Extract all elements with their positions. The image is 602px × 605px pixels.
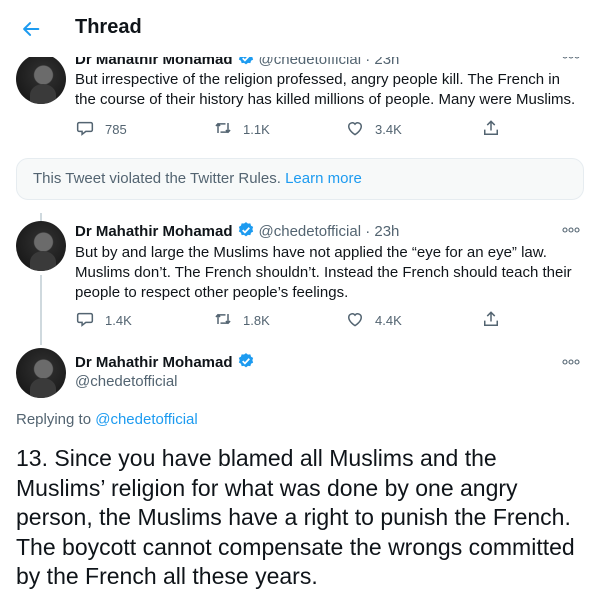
like-button[interactable]: 3.4K <box>345 118 402 141</box>
main-tweet-name-row: Dr Mahathir Mohamad <box>75 352 259 374</box>
tweet-text: But by and large the Muslims have not ap… <box>75 244 572 301</box>
thread-connector <box>40 275 42 345</box>
like-icon <box>345 118 375 141</box>
replying-handle-link[interactable]: @chedetofficial <box>95 411 198 428</box>
author-name[interactable]: Dr Mahathir Mohamad <box>75 223 233 240</box>
learn-more-link[interactable]: Learn more <box>285 170 362 187</box>
tweet-2[interactable]: Dr Mahathir Mohamad @chedetofficial · 23h… <box>0 205 602 345</box>
dot-separator: · <box>365 223 371 240</box>
verified-badge-icon <box>237 352 255 374</box>
retweet-button[interactable]: 1.1K <box>213 118 270 141</box>
retweet-button[interactable]: 1.8K <box>213 309 270 332</box>
reply-count: 1.4K <box>105 313 132 328</box>
like-button[interactable]: 4.4K <box>345 309 402 332</box>
author-name[interactable]: Dr Mahathir Mohamad <box>75 354 233 371</box>
share-icon <box>481 309 511 332</box>
like-count: 3.4K <box>375 122 402 137</box>
share-button[interactable] <box>481 309 511 332</box>
like-icon <box>345 309 375 332</box>
tweet-actions: 785 1.1K 3.4K <box>75 118 515 140</box>
thread-connector <box>40 213 42 221</box>
reply-icon <box>75 118 105 141</box>
violation-text: This Tweet violated the Twitter Rules. <box>33 170 281 187</box>
avatar[interactable] <box>16 54 66 104</box>
reply-button[interactable]: 785 <box>75 118 127 141</box>
retweet-icon <box>213 309 243 332</box>
author-handle[interactable]: @chedetofficial <box>75 373 178 390</box>
retweet-count: 1.1K <box>243 122 270 137</box>
retweet-count: 1.8K <box>243 313 270 328</box>
like-count: 4.4K <box>375 313 402 328</box>
reply-icon <box>75 309 105 332</box>
avatar[interactable] <box>16 348 66 398</box>
replying-label: Replying to <box>16 411 92 428</box>
retweet-icon <box>213 118 243 141</box>
header-bar: Thread <box>0 0 602 57</box>
back-arrow-icon[interactable] <box>18 16 44 42</box>
tweet-actions: 1.4K 1.8K 4.4K <box>75 309 515 331</box>
page-title: Thread <box>75 16 142 38</box>
tweet-header: Dr Mahathir Mohamad @chedetofficial · 23h <box>75 221 399 243</box>
more-icon[interactable] <box>562 223 580 238</box>
tweet-time[interactable]: 23h <box>374 223 399 240</box>
more-icon[interactable] <box>562 355 580 370</box>
reply-button[interactable]: 1.4K <box>75 309 132 332</box>
violation-notice: This Tweet violated the Twitter Rules. L… <box>16 158 584 200</box>
reply-count: 785 <box>105 122 127 137</box>
main-tweet-text: 13. Since you have blamed all Muslims an… <box>16 445 575 590</box>
replying-to: Replying to @chedetofficial <box>16 411 198 428</box>
tweet-text: But irrespective of the religion profess… <box>75 71 576 108</box>
author-handle[interactable]: @chedetofficial <box>259 223 362 240</box>
avatar[interactable] <box>16 221 66 271</box>
share-button[interactable] <box>481 118 511 141</box>
share-icon <box>481 118 511 141</box>
verified-badge-icon <box>237 221 255 243</box>
